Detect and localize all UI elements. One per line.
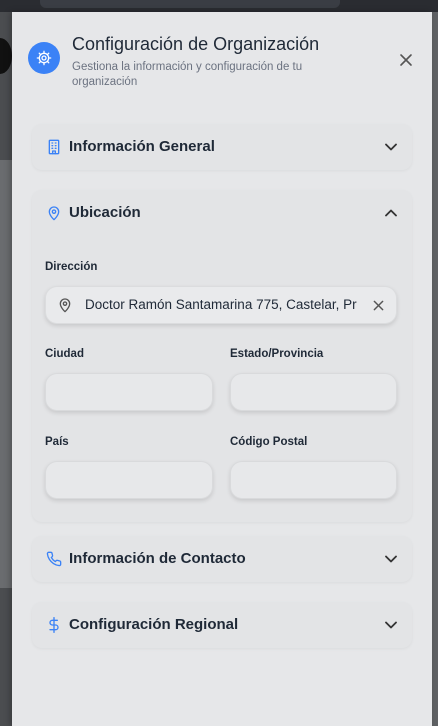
section-regional: Configuración Regional [32, 602, 412, 648]
close-icon [400, 54, 412, 66]
background-tab-strip [40, 0, 340, 8]
address-input[interactable]: Doctor Ramón Santamarina 775, Castelar, … [45, 286, 397, 324]
chevron-down-icon [382, 616, 400, 634]
panel-title: Configuración de Organización [72, 34, 320, 54]
city-label: Ciudad [45, 348, 84, 360]
organization-settings-panel: Configuración de Organización Gestiona l… [12, 12, 432, 726]
state-label: Estado/Provincia [230, 348, 324, 360]
phone-icon [44, 549, 64, 569]
country-label: País [45, 436, 69, 448]
section-location-label: Ubicación [69, 204, 141, 221]
section-contact: Información de Contacto [32, 536, 412, 582]
panel-subtitle: Gestiona la información y configuración … [72, 61, 303, 88]
section-general: Información General [32, 124, 412, 170]
country-input[interactable] [45, 461, 213, 499]
background-page [0, 12, 12, 726]
section-regional-toggle[interactable]: Configuración Regional [32, 602, 412, 648]
close-button[interactable] [394, 48, 418, 72]
panel-header: Configuración de Organización Gestiona l… [28, 32, 418, 92]
background-avatar [0, 38, 12, 74]
section-contact-toggle[interactable]: Información de Contacto [32, 536, 412, 582]
dollar-icon [44, 615, 64, 635]
background-content-band [0, 160, 12, 588]
section-location-toggle[interactable]: Ubicación [32, 190, 412, 236]
chevron-down-icon [382, 550, 400, 568]
map-pin-icon [44, 203, 64, 223]
section-regional-label: Configuración Regional [69, 616, 239, 633]
map-pin-icon [57, 296, 73, 314]
background-top-bar [0, 0, 438, 12]
chevron-down-icon [382, 138, 400, 156]
chevron-up-icon [382, 204, 400, 222]
city-input[interactable] [45, 373, 213, 411]
postal-code-input[interactable] [230, 461, 397, 499]
address-value: Doctor Ramón Santamarina 775, Castelar, … [85, 297, 357, 312]
postal-code-label: Código Postal [230, 436, 308, 448]
settings-gear-icon [28, 42, 60, 74]
state-input[interactable] [230, 373, 397, 411]
building-icon [44, 137, 64, 157]
clear-icon [373, 300, 383, 310]
clear-address-button[interactable] [369, 296, 387, 314]
section-general-label: Información General [69, 138, 215, 155]
section-general-toggle[interactable]: Información General [32, 124, 412, 170]
address-label: Dirección [45, 261, 98, 273]
section-contact-label: Información de Contacto [69, 550, 246, 567]
